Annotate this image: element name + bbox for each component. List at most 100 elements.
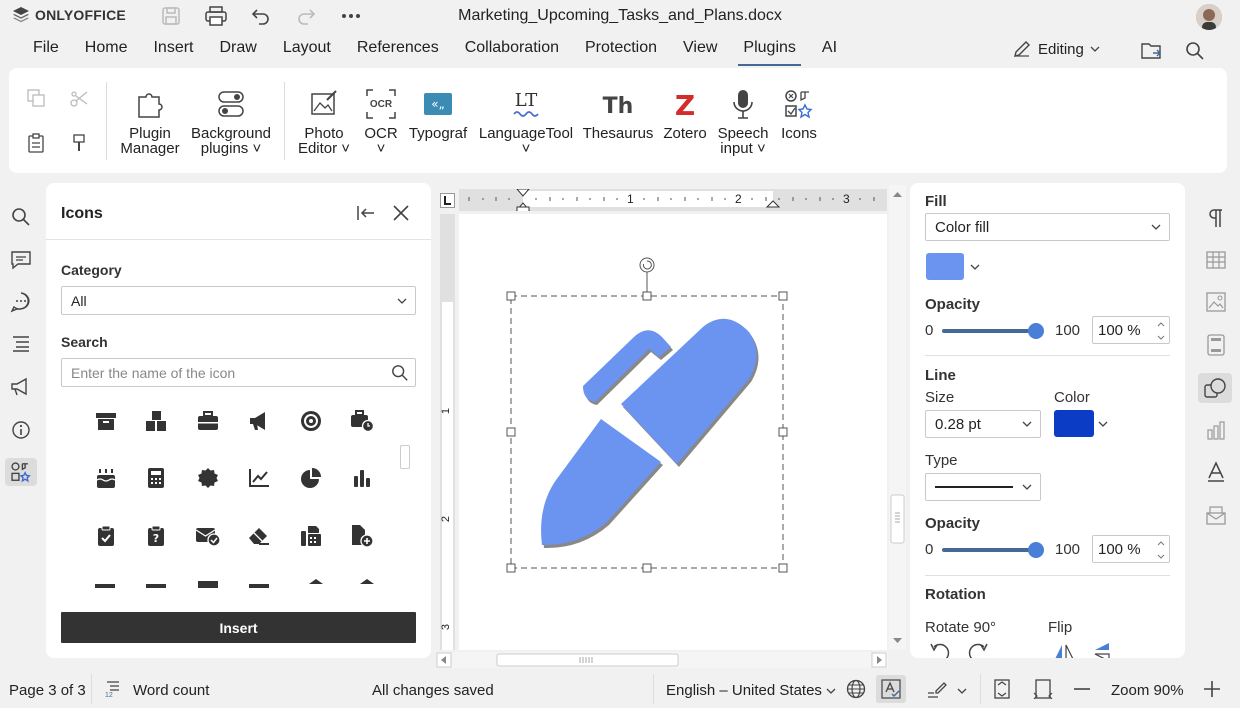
zotero-button[interactable]: Z Zotero [660,82,710,141]
paragraph-settings-icon[interactable] [1203,205,1229,231]
chevron-down-icon[interactable] [826,688,836,694]
plugin-manager-button[interactable]: Plugin Manager [118,82,182,156]
shape-settings-icon[interactable] [1198,373,1232,403]
find-icon[interactable] [8,204,34,230]
chart-bar-icon[interactable] [349,465,375,491]
fill-opacity-slider-knob[interactable] [1028,323,1044,339]
calculator-icon[interactable] [143,465,169,491]
language-selector[interactable]: English – United States [666,682,822,699]
format-painter-icon[interactable] [67,131,91,155]
bullhorn-icon[interactable] [246,408,272,434]
briefcase-icon[interactable] [195,408,221,434]
globe-icon[interactable] [846,679,866,699]
search-icon[interactable] [391,364,415,382]
business-time-icon[interactable] [349,408,375,434]
text-art-settings-icon[interactable] [1203,459,1229,485]
about-icon[interactable] [8,417,34,443]
line-type-select[interactable] [925,473,1041,501]
word-count-icon[interactable]: 12 [104,680,122,698]
document-page[interactable] [459,214,887,650]
fit-page-icon[interactable] [992,679,1012,699]
eraser-icon[interactable] [246,523,272,549]
menu-home[interactable]: Home [72,38,141,64]
archive-icon[interactable] [93,408,119,434]
chart-settings-icon[interactable] [1203,417,1229,443]
selected-shape[interactable] [459,214,887,650]
menu-view[interactable]: View [670,38,730,64]
fit-width-icon[interactable] [1033,679,1053,699]
insert-button[interactable]: Insert [61,612,416,643]
user-avatar[interactable] [1196,4,1222,30]
menu-references[interactable]: References [344,38,452,64]
page-counter[interactable]: Page 3 of 3 [9,682,86,699]
spinner-arrows-icon[interactable] [1157,540,1165,560]
menu-ai[interactable]: AI [809,38,850,64]
word-count-button[interactable]: Word count [133,682,209,699]
photo-editor-button[interactable]: Photo Editor ˅ [294,82,354,156]
line-opacity-slider[interactable] [942,548,1036,552]
ocr-button[interactable]: OCR OCR ˅ [361,82,401,156]
editing-mode-button[interactable]: Editing [1012,39,1100,59]
chevron-down-icon[interactable] [957,688,967,694]
line-opacity-slider-knob[interactable] [1028,542,1044,558]
fax-icon[interactable] [298,523,324,549]
icons-plugin-button[interactable]: Icons [776,82,822,141]
spinner-arrows-icon[interactable] [1157,321,1165,341]
spell-check-icon[interactable] [876,675,906,703]
close-icon[interactable] [389,201,413,225]
header-footer-settings-icon[interactable] [1203,332,1229,358]
image-settings-icon[interactable] [1203,289,1229,315]
menu-file[interactable]: File [20,38,72,64]
zoom-level[interactable]: Zoom 90% [1111,682,1184,699]
line-color-dropdown-icon[interactable] [1098,421,1108,427]
copy-icon[interactable] [24,86,48,110]
redo-icon[interactable] [291,1,321,31]
flip-vertical-icon[interactable] [1091,641,1113,658]
panel-scrollbar-thumb[interactable] [400,445,410,469]
horizontal-ruler[interactable]: 1 2 3 [459,189,887,211]
chart-pie-icon[interactable] [298,465,324,491]
search-icon[interactable] [1180,36,1210,66]
icon-search-input[interactable] [62,364,391,381]
menu-protection[interactable]: Protection [572,38,670,64]
ruler-tab-selector[interactable] [440,193,455,208]
typograf-button[interactable]: «„ Typograf [406,82,470,141]
background-plugins-button[interactable]: Background plugins ˅ [189,82,273,156]
birthday-cake-icon[interactable] [93,465,119,491]
mail-merge-settings-icon[interactable] [1203,502,1229,528]
vertical-scrollbar[interactable] [889,185,906,650]
fill-color-button[interactable] [926,253,964,280]
menu-draw[interactable]: Draw [206,38,269,64]
zoom-in-icon[interactable] [1203,680,1221,698]
menu-insert[interactable]: Insert [140,38,206,64]
print-icon[interactable] [201,1,231,31]
chat-icon[interactable] [8,289,34,315]
feedback-icon[interactable] [8,374,34,400]
category-select[interactable]: All [61,286,416,315]
track-changes-icon[interactable] [926,679,948,699]
icons-plugin-panel-icon[interactable] [5,458,37,486]
fill-opacity-input[interactable]: 100 % [1092,316,1170,344]
menu-layout[interactable]: Layout [270,38,344,64]
undo-icon[interactable] [246,1,276,31]
languagetool-button[interactable]: LT LanguageTool ˅ [476,82,576,156]
menu-plugins[interactable]: Plugins [730,38,808,66]
navigation-icon[interactable] [8,331,34,357]
fill-type-select[interactable]: Color fill [925,213,1170,241]
fill-color-dropdown-icon[interactable] [970,264,980,270]
clipboard-question-icon[interactable]: ? [143,523,169,549]
clipboard-check-icon[interactable] [93,523,119,549]
zoom-out-icon[interactable] [1073,680,1091,698]
comments-icon[interactable] [8,247,34,273]
open-file-location-icon[interactable] [1137,36,1167,66]
bullseye-icon[interactable] [298,408,324,434]
paste-icon[interactable] [24,131,48,155]
thesaurus-button[interactable]: Th Thesaurus [581,82,655,141]
vertical-ruler[interactable]: 1 2 3 [440,214,455,650]
envelope-check-icon[interactable] [195,523,221,549]
chart-line-icon[interactable] [246,465,272,491]
collapse-panel-icon[interactable] [354,201,378,225]
menu-collaboration[interactable]: Collaboration [452,38,572,64]
table-settings-icon[interactable] [1203,247,1229,273]
rotate-counterclockwise-icon[interactable] [928,641,950,658]
